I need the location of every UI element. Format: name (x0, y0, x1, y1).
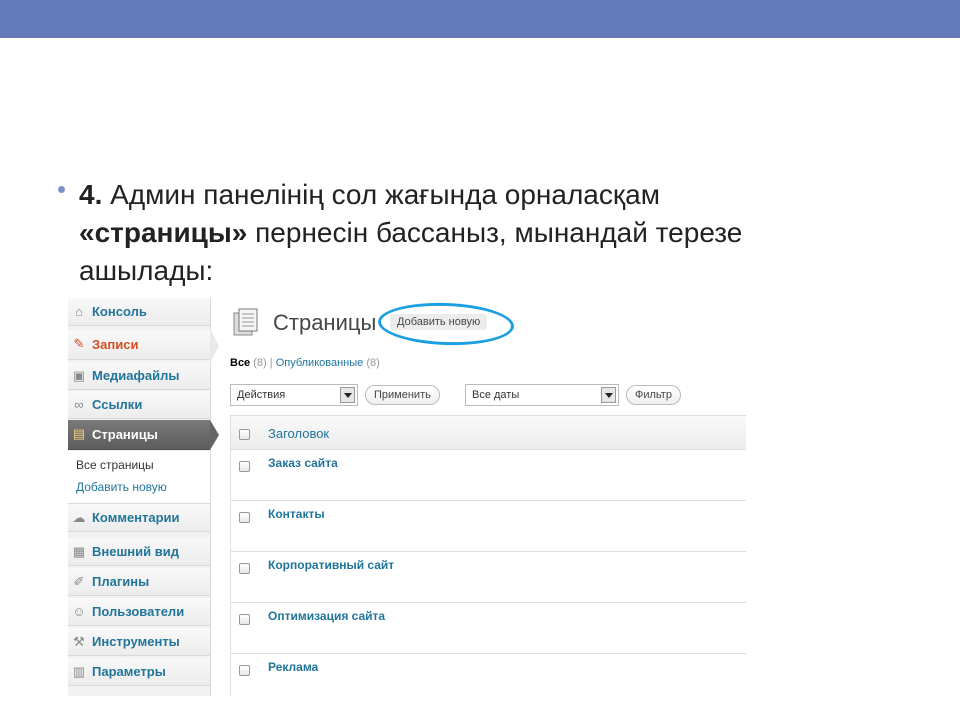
sidebar-item-label: Внешний вид (92, 544, 179, 559)
column-title[interactable]: Заголовок (268, 426, 329, 441)
sidebar-item-tools[interactable]: ⚒ Инструменты (68, 628, 210, 656)
sidebar-item-links[interactable]: ∞ Ссылки (68, 391, 210, 419)
dates-value: Все даты (472, 389, 520, 401)
bullet-dot (58, 186, 65, 193)
dates-select[interactable]: Все даты (465, 384, 619, 406)
sidebar-item-label: Комментарии (92, 510, 180, 525)
sidebar-item-users[interactable]: ☺ Пользователи (68, 598, 210, 626)
sidebar-item-media[interactable]: ▣ Медиафайлы (68, 362, 210, 390)
comment-icon: ☁ (72, 510, 86, 525)
views-filter: Все (8) | Опубликованные (8) (230, 357, 380, 369)
row-checkbox[interactable] (239, 461, 250, 472)
settings-icon: ▥ (72, 664, 86, 679)
media-icon: ▣ (72, 368, 86, 383)
sidebar-item-label: Консоль (92, 304, 147, 319)
sidebar-item-label: Медиафайлы (92, 368, 180, 383)
bullet-text: 4. Админ панелінің сол жағында орналасқа… (79, 176, 799, 290)
table-row: Корпоративный сайт (231, 552, 746, 603)
row-title-link[interactable]: Оптимизация сайта (268, 609, 385, 623)
pages-title-icon (233, 308, 258, 336)
sidebar-item-posts[interactable]: ✎ Записи (68, 330, 210, 360)
tools-icon: ⚒ (73, 634, 85, 649)
row-title-link[interactable]: Корпоративный сайт (268, 558, 394, 572)
view-all[interactable]: Все (230, 357, 250, 369)
admin-screenshot: ⌂ Консоль ✎ Записи ▣ Медиафайлы ∞ Ссылки ▤ Ст… (68, 298, 746, 696)
bold-term: «страницы» (79, 217, 248, 248)
chevron-down-icon[interactable] (601, 387, 616, 403)
sidebar-item-comments[interactable]: ☁ Комментарии (68, 504, 210, 532)
pages-main: Страницы Добавить новую Все (8) | Опубли… (230, 298, 746, 696)
view-published-count: (8) (366, 357, 380, 369)
row-checkbox[interactable] (239, 665, 250, 676)
sidebar-item-label: Страницы (92, 427, 158, 442)
table-row: Реклама (231, 654, 746, 696)
apply-button[interactable]: Применить (365, 385, 440, 405)
sidebar-item-plugins[interactable]: ✐ Плагины (68, 568, 210, 596)
row-title-link[interactable]: Заказ сайта (268, 456, 338, 470)
sidebar-item-label: Инструменты (92, 634, 180, 649)
slide-top-bar (0, 0, 960, 38)
submenu-all-pages[interactable]: Все страницы (76, 458, 154, 472)
table-row: Заказ сайта (231, 450, 746, 501)
plugin-icon: ✐ (73, 574, 85, 589)
pages-icon: ▤ (72, 426, 86, 441)
pages-table: Заголовок Заказ сайта Контакты Корпорати… (230, 415, 746, 696)
sidebar-item-pages[interactable]: ▤ Страницы (68, 420, 210, 450)
table-row: Оптимизация сайта (231, 603, 746, 654)
link-icon: ∞ (74, 397, 84, 412)
bulk-actions-value: Действия (237, 389, 286, 401)
view-all-count: (8) (253, 357, 267, 369)
select-all-checkbox[interactable] (239, 429, 250, 440)
home-icon: ⌂ (75, 304, 83, 319)
row-checkbox[interactable] (239, 512, 250, 523)
bulk-actions-select[interactable]: Действия (230, 384, 358, 406)
sidebar-item-label: Пользователи (92, 604, 185, 619)
submenu-add-new[interactable]: Добавить новую (76, 480, 167, 494)
sidebar-item-settings[interactable]: ▥ Параметры (68, 658, 210, 686)
posts-arrow (210, 328, 219, 364)
sidebar-item-label: Записи (92, 337, 139, 352)
pages-submenu: Все страницы Добавить новую (68, 451, 210, 504)
sidebar-item-label: Плагины (92, 574, 150, 589)
sidebar-item-label: Параметры (92, 664, 166, 679)
table-header: Заголовок (231, 415, 746, 450)
table-row: Контакты (231, 501, 746, 552)
sidebar-item-appearance[interactable]: ▦ Внешний вид (68, 538, 210, 566)
highlight-circle (377, 300, 515, 348)
filter-button[interactable]: Фильтр (626, 385, 681, 405)
sidebar-item-console[interactable]: ⌂ Консоль (68, 298, 210, 326)
view-published[interactable]: Опубликованные (276, 357, 364, 369)
appearance-icon: ▦ (72, 544, 86, 559)
active-menu-arrow (210, 420, 219, 450)
sidebar-item-label: Ссылки (92, 397, 143, 412)
row-title-link[interactable]: Реклама (268, 660, 318, 674)
row-checkbox[interactable] (239, 614, 250, 625)
pin-icon: ✎ (73, 336, 85, 351)
chevron-down-icon[interactable] (340, 387, 355, 403)
step-number: 4. (79, 179, 103, 210)
admin-sidebar: ⌂ Консоль ✎ Записи ▣ Медиафайлы ∞ Ссылки ▤ Ст… (68, 298, 211, 696)
view-separator: | (269, 357, 273, 369)
row-checkbox[interactable] (239, 563, 250, 574)
row-title-link[interactable]: Контакты (268, 507, 325, 521)
users-icon: ☺ (72, 604, 86, 619)
text-before: Админ панелінің сол жағында орналасқам (102, 179, 660, 210)
page-title: Страницы (273, 310, 377, 335)
